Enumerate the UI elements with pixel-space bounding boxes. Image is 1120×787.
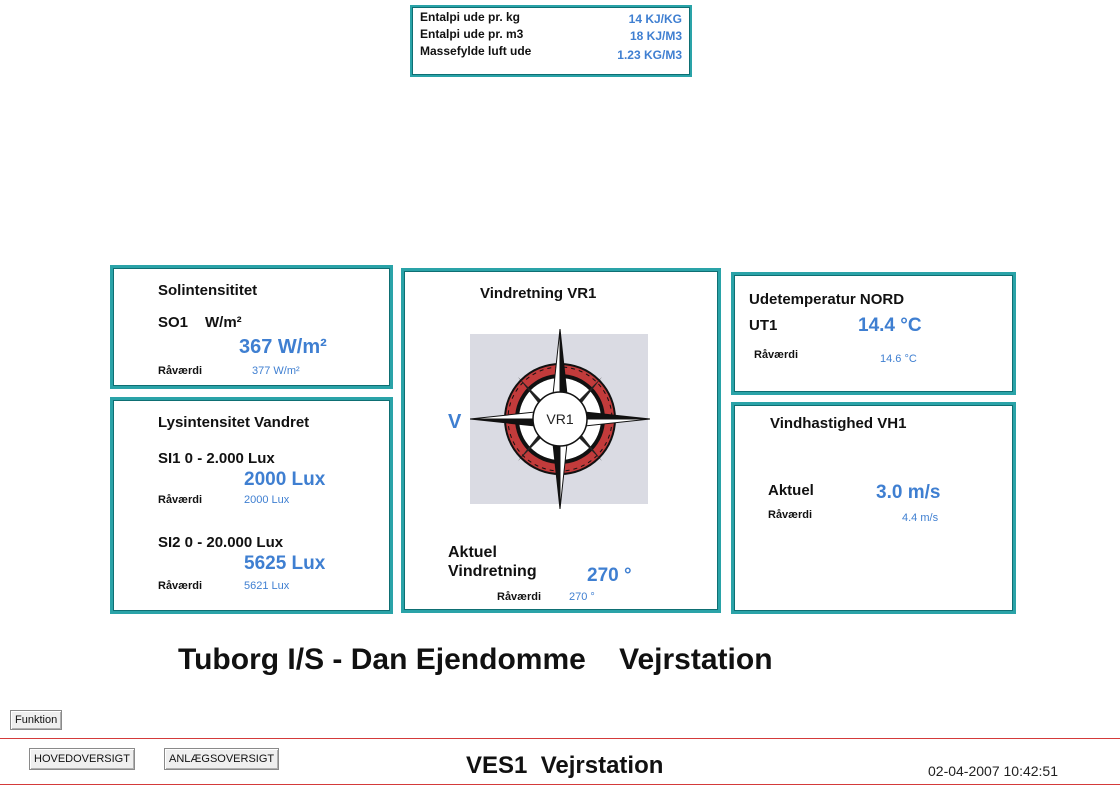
solar-unit-label: W/m² [205, 314, 242, 331]
hovedoversigt-button[interactable]: HOVEDOVERSIGT [29, 748, 135, 770]
wind-speed-value: 3.0 m/s [876, 482, 941, 503]
compass-rose-icon: VR1 [470, 328, 650, 510]
enthalpy-info-box: Entalpi ude pr. kg 14 KJ/KG Entalpi ude … [410, 5, 692, 77]
wind-direction-raw-label: Råværdi [497, 591, 542, 603]
wind-direction-value: 270 ° [587, 565, 632, 586]
solar-raw-value: 377 W/m² [252, 365, 300, 377]
solar-intensity-panel: Solintensititet SO1 W/m² 367 W/m² Råværd… [110, 265, 393, 389]
solar-value: 367 W/m² [239, 336, 327, 358]
wind-speed-raw-value: 4.4 m/s [902, 512, 939, 524]
light-title: Lysintensitet Vandret [158, 414, 310, 431]
solar-raw-label: Råværdi [158, 365, 203, 377]
wind-direction-panel: Vindretning VR1 VR1 V Aktuel Vindretning… [401, 268, 721, 613]
enthalpy-m3-value: 18 KJ/M3 [629, 29, 682, 43]
si1-value: 2000 Lux [244, 469, 326, 490]
temperature-value: 14.4 °C [858, 315, 922, 336]
light-intensity-panel: Lysintensitet Vandret SI1 0 - 2.000 Lux … [110, 397, 393, 614]
wind-direction-actual-label: Vindretning [448, 563, 537, 580]
wind-direction-letter: V [448, 411, 462, 433]
page-title: Tuborg I/S - Dan Ejendomme Vejrstation [178, 643, 773, 676]
enthalpy-kg-label: Entalpi ude pr. kg [420, 10, 521, 24]
air-density-value: 1.23 KG/M3 [617, 48, 682, 62]
temperature-raw-value: 14.6 °C [880, 353, 917, 365]
temperature-sensor-label: UT1 [749, 317, 778, 334]
enthalpy-kg-value: 14 KJ/KG [628, 12, 682, 26]
top-divider [0, 738, 1120, 739]
timestamp: 02-04-2007 10:42:51 [928, 763, 1058, 779]
temperature-title: Udetemperatur NORD [749, 291, 905, 308]
wind-speed-panel: Vindhastighed VH1 Aktuel 3.0 m/s Råværdi… [731, 402, 1016, 614]
anlaegsoversigt-button[interactable]: ANLÆGSOVERSIGT [164, 748, 280, 770]
actual-label: Aktuel [448, 544, 497, 561]
enthalpy-m3-label: Entalpi ude pr. m3 [420, 27, 524, 41]
wind-direction-raw-value: 270 ° [569, 591, 595, 603]
wind-speed-title: Vindhastighed VH1 [770, 415, 907, 432]
solar-sensor-label: SO1 [158, 314, 189, 331]
si2-raw-value: 5621 Lux [244, 580, 290, 592]
si1-raw-label: Råværdi [158, 494, 203, 506]
wind-speed-raw-label: Råværdi [768, 509, 813, 521]
bottom-divider [0, 784, 1120, 785]
funktion-button[interactable]: Funktion [10, 710, 63, 730]
si1-range-label: SI1 0 - 2.000 Lux [158, 450, 275, 467]
wind-speed-actual-label: Aktuel [768, 482, 814, 499]
outdoor-temperature-panel: Udetemperatur NORD UT1 14.4 °C Råværdi 1… [731, 272, 1016, 395]
si1-raw-value: 2000 Lux [244, 494, 290, 506]
solar-title: Solintensititet [158, 282, 258, 299]
si2-raw-label: Råværdi [158, 580, 203, 592]
air-density-label: Massefylde luft ude [420, 44, 532, 58]
temperature-raw-label: Råværdi [754, 349, 799, 361]
wind-direction-title: Vindretning VR1 [480, 285, 597, 302]
compass-center-label: VR1 [546, 411, 573, 427]
si2-range-label: SI2 0 - 20.000 Lux [158, 534, 284, 551]
station-title: VES1 Vejrstation [466, 752, 664, 779]
si2-value: 5625 Lux [244, 553, 326, 574]
